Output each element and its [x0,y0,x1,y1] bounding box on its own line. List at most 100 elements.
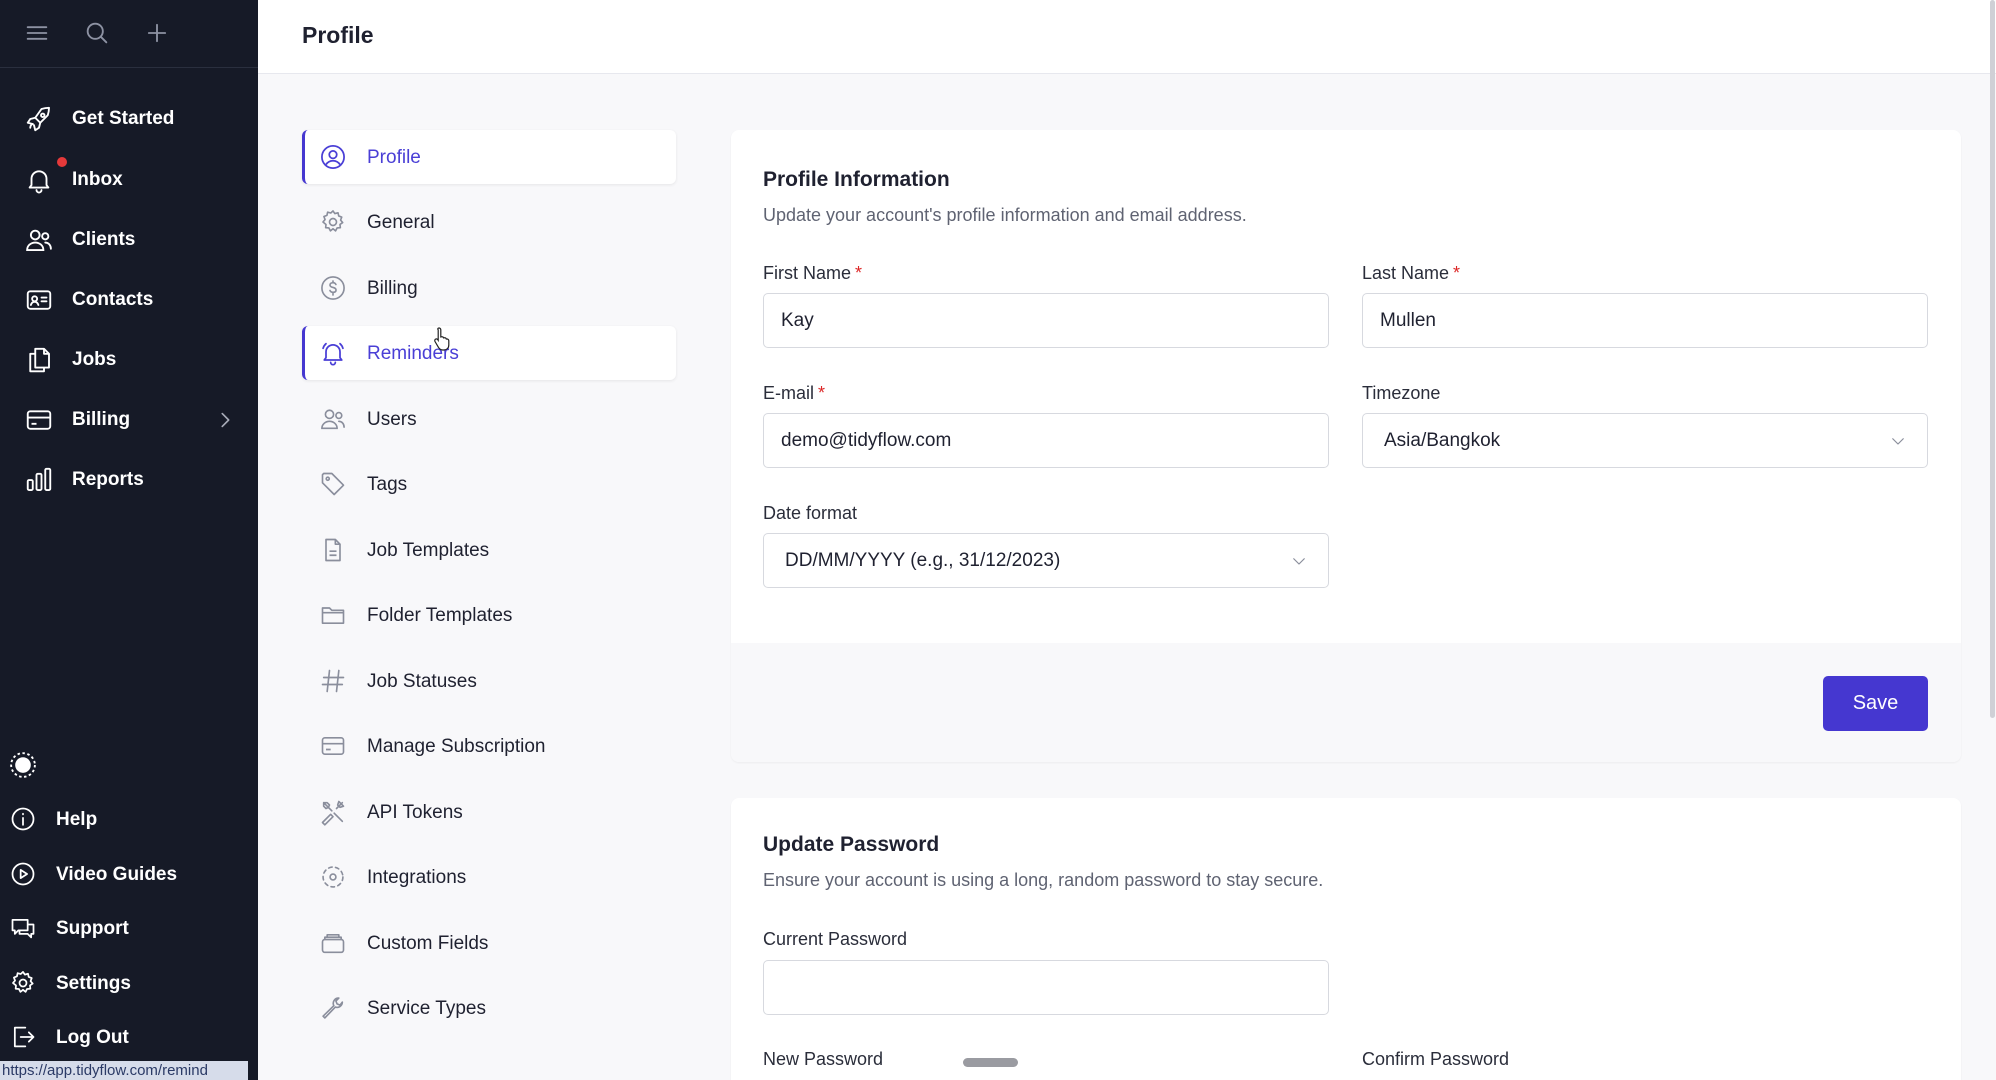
nav-label: Get Started [72,108,175,129]
settings-item-job-statuses[interactable]: Job Statuses [302,654,676,708]
chat-icon [9,914,37,942]
nav-label: Billing [72,409,131,430]
settings-item-label: Service Types [367,998,486,1019]
save-button[interactable]: Save [1823,676,1928,731]
tools-icon [319,798,347,826]
nav-billing[interactable]: Billing [0,395,258,445]
current-password-field[interactable] [763,960,1329,1015]
settings-item-folder-templates[interactable]: Folder Templates [302,588,676,642]
main-sidebar: Get Started Inbox Clients Contacts Jobs … [0,0,258,1080]
last-name-field[interactable]: Mullen [1362,293,1928,348]
footer-help[interactable]: Help [0,796,258,842]
card-footer [731,643,1961,762]
chevron-right-icon[interactable] [214,409,236,431]
pointer-cursor-icon [432,326,454,352]
settings-item-label: General [367,212,435,233]
wrench-icon [319,994,347,1022]
nav-inbox[interactable]: Inbox [0,155,258,205]
user-circle-icon [319,143,347,171]
settings-item-label: Tags [367,474,408,495]
footer-support[interactable]: Support [0,905,258,951]
contact-card-icon [24,285,54,315]
users-icon [319,405,347,433]
first-name-label-text: First Name [763,263,852,283]
first-name-label: First Name * [763,263,862,284]
settings-item-api-tokens[interactable]: API Tokens [302,785,676,839]
logout-icon [9,1023,37,1051]
layers-icon [319,929,347,957]
nav-label: Contacts [72,289,154,310]
chevron-down-icon [1290,552,1308,570]
nav-contacts[interactable]: Contacts [0,275,258,325]
bar-chart-icon [24,465,54,495]
search-icon[interactable] [83,19,111,47]
email-field[interactable]: demo@tidyflow.com [763,413,1329,468]
link-status-url: https://app.tidyflow.com/remind [0,1061,248,1080]
credit-card-icon [319,732,347,760]
bell-icon [319,339,347,367]
settings-item-label: Manage Subscription [367,736,546,757]
play-circle-icon [9,860,37,888]
profile-information-card: Profile Information Update your account'… [731,130,1961,762]
update-password-card: Update Password Ensure your account is u… [731,798,1961,1080]
footer-settings[interactable]: Settings [0,960,258,1006]
footer-video-guides[interactable]: Video Guides [0,851,258,897]
info-icon [9,805,37,833]
documents-icon [24,345,54,375]
email-label-text: E-mail [763,383,815,403]
plus-icon[interactable] [143,19,171,47]
settings-item-label: Integrations [367,867,467,888]
page-scrollbar[interactable] [1990,0,1995,718]
settings-item-label: Job Statuses [367,671,477,692]
nav-label: Jobs [72,349,117,370]
folder-icon [319,601,347,629]
bell-icon [24,165,54,195]
nav-label: Inbox [72,169,123,190]
rocket-icon [24,104,54,134]
settings-item-label: Billing [367,278,418,299]
nav-get-started[interactable]: Get Started [0,94,258,144]
date-format-select[interactable]: DD/MM/YYYY (e.g., 31/12/2023) [763,533,1329,588]
settings-item-job-templates[interactable]: Job Templates [302,523,676,577]
settings-item-integrations[interactable]: Integrations [302,850,676,904]
first-name-field[interactable]: Kay [763,293,1329,348]
settings-item-custom-fields[interactable]: Custom Fields [302,916,676,970]
footer-label: Help [56,809,98,830]
drag-handle[interactable] [963,1058,1018,1067]
timezone-value: Asia/Bangkok [1384,430,1501,451]
new-password-label: New Password [763,1049,884,1069]
timezone-select[interactable]: Asia/Bangkok [1362,413,1928,468]
nav-label: Reports [72,469,144,490]
settings-item-tags[interactable]: Tags [302,457,676,511]
date-format-label: Date format [763,503,858,523]
nav-label: Clients [72,229,136,250]
footer-log-out[interactable]: Log Out [0,1014,258,1060]
nav-clients[interactable]: Clients [0,215,258,265]
settings-item-label: Profile [367,147,421,168]
settings-item-service-types[interactable]: Service Types [302,981,676,1035]
nav-jobs[interactable]: Jobs [0,335,258,385]
credit-card-icon [24,405,54,435]
settings-item-general[interactable]: General [302,195,676,249]
dollar-icon [319,274,347,302]
settings-item-label: Job Templates [367,540,490,561]
required-marker: * [818,383,826,403]
last-name-label: Last Name * [1362,263,1460,284]
integrations-icon [319,863,347,891]
date-format-value: DD/MM/YYYY (e.g., 31/12/2023) [785,550,1061,571]
settings-item-users[interactable]: Users [302,392,676,446]
settings-item-label: Users [367,409,417,430]
settings-item-billing[interactable]: Billing [302,261,676,315]
required-marker: * [1453,263,1461,283]
footer-label: Support [56,918,129,939]
settings-item-label: Folder Templates [367,605,513,626]
status-ring-icon[interactable] [8,750,38,780]
card-subtitle: Update your account's profile informatio… [763,205,1247,225]
settings-item-manage-subscription[interactable]: Manage Subscription [302,719,676,773]
card-title: Update Password [763,833,940,856]
settings-item-reminders[interactable]: Reminders [302,326,676,380]
menu-icon[interactable] [23,19,51,47]
settings-item-profile[interactable]: Profile [302,130,676,184]
last-name-label-text: Last Name [1362,263,1450,283]
nav-reports[interactable]: Reports [0,455,258,505]
